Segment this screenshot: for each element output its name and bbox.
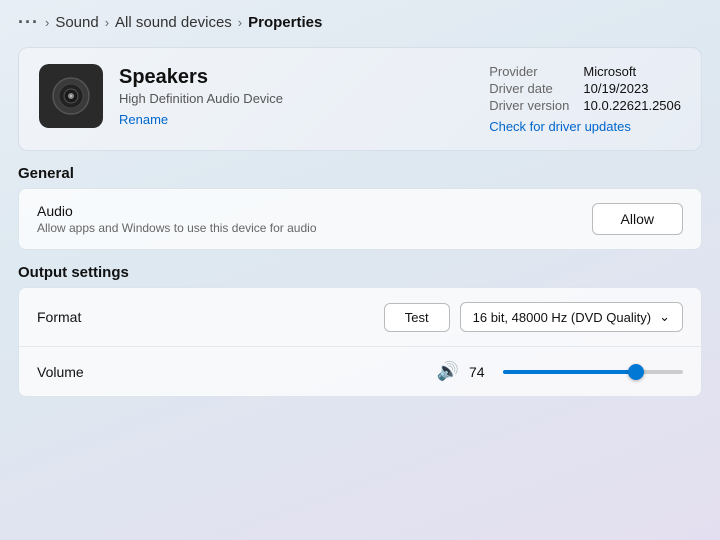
audio-row: Audio Allow apps and Windows to use this…	[19, 189, 701, 249]
output-section: Output settings Format Test 16 bit, 4800…	[18, 264, 702, 397]
audio-title: Audio	[37, 203, 317, 219]
general-section: General Audio Allow apps and Windows to …	[18, 165, 702, 250]
chevron-icon-2: ›	[105, 15, 109, 30]
breadcrumb-dots[interactable]: ···	[18, 12, 39, 33]
breadcrumb: ··· › Sound › All sound devices › Proper…	[18, 12, 702, 33]
driver-version-label: Driver version	[489, 98, 569, 113]
test-button[interactable]: Test	[384, 303, 450, 332]
speaker-device-icon	[39, 64, 103, 128]
volume-slider-fill	[503, 370, 636, 374]
provider-label: Provider	[489, 64, 569, 79]
driver-date-label: Driver date	[489, 81, 569, 96]
audio-description: Allow apps and Windows to use this devic…	[37, 221, 317, 235]
chevron-icon-1: ›	[45, 15, 49, 30]
chevron-down-icon: ⌄	[659, 309, 670, 325]
breadcrumb-sound[interactable]: Sound	[55, 14, 98, 31]
provider-value: Microsoft	[583, 64, 681, 79]
output-settings-card: Format Test 16 bit, 48000 Hz (DVD Qualit…	[18, 287, 702, 397]
rename-link[interactable]: Rename	[119, 112, 283, 127]
driver-version-value: 10.0.22621.2506	[583, 98, 681, 113]
breadcrumb-all-sound-devices[interactable]: All sound devices	[115, 14, 232, 31]
device-meta: Provider Microsoft Driver date 10/19/202…	[489, 64, 681, 134]
volume-value: 74	[469, 364, 493, 380]
output-section-header: Output settings	[18, 264, 702, 281]
volume-row: Volume 🔊 74	[19, 346, 701, 396]
general-section-header: General	[18, 165, 702, 182]
volume-icon: 🔊	[437, 361, 459, 382]
driver-date-value: 10/19/2023	[583, 81, 681, 96]
format-select[interactable]: 16 bit, 48000 Hz (DVD Quality) ⌄	[460, 302, 683, 332]
breadcrumb-properties: Properties	[248, 14, 322, 31]
device-subtitle: High Definition Audio Device	[119, 91, 283, 106]
volume-slider[interactable]	[503, 370, 683, 374]
device-name: Speakers	[119, 66, 283, 89]
device-card: Speakers High Definition Audio Device Re…	[18, 47, 702, 151]
general-settings-card: Audio Allow apps and Windows to use this…	[18, 188, 702, 250]
format-select-value: 16 bit, 48000 Hz (DVD Quality)	[473, 310, 651, 325]
format-title: Format	[37, 309, 81, 325]
format-row: Format Test 16 bit, 48000 Hz (DVD Qualit…	[19, 288, 701, 346]
chevron-icon-3: ›	[238, 15, 242, 30]
driver-update-link[interactable]: Check for driver updates	[489, 119, 681, 134]
volume-slider-thumb[interactable]	[628, 364, 644, 380]
volume-title: Volume	[37, 364, 84, 380]
allow-button[interactable]: Allow	[592, 203, 683, 235]
